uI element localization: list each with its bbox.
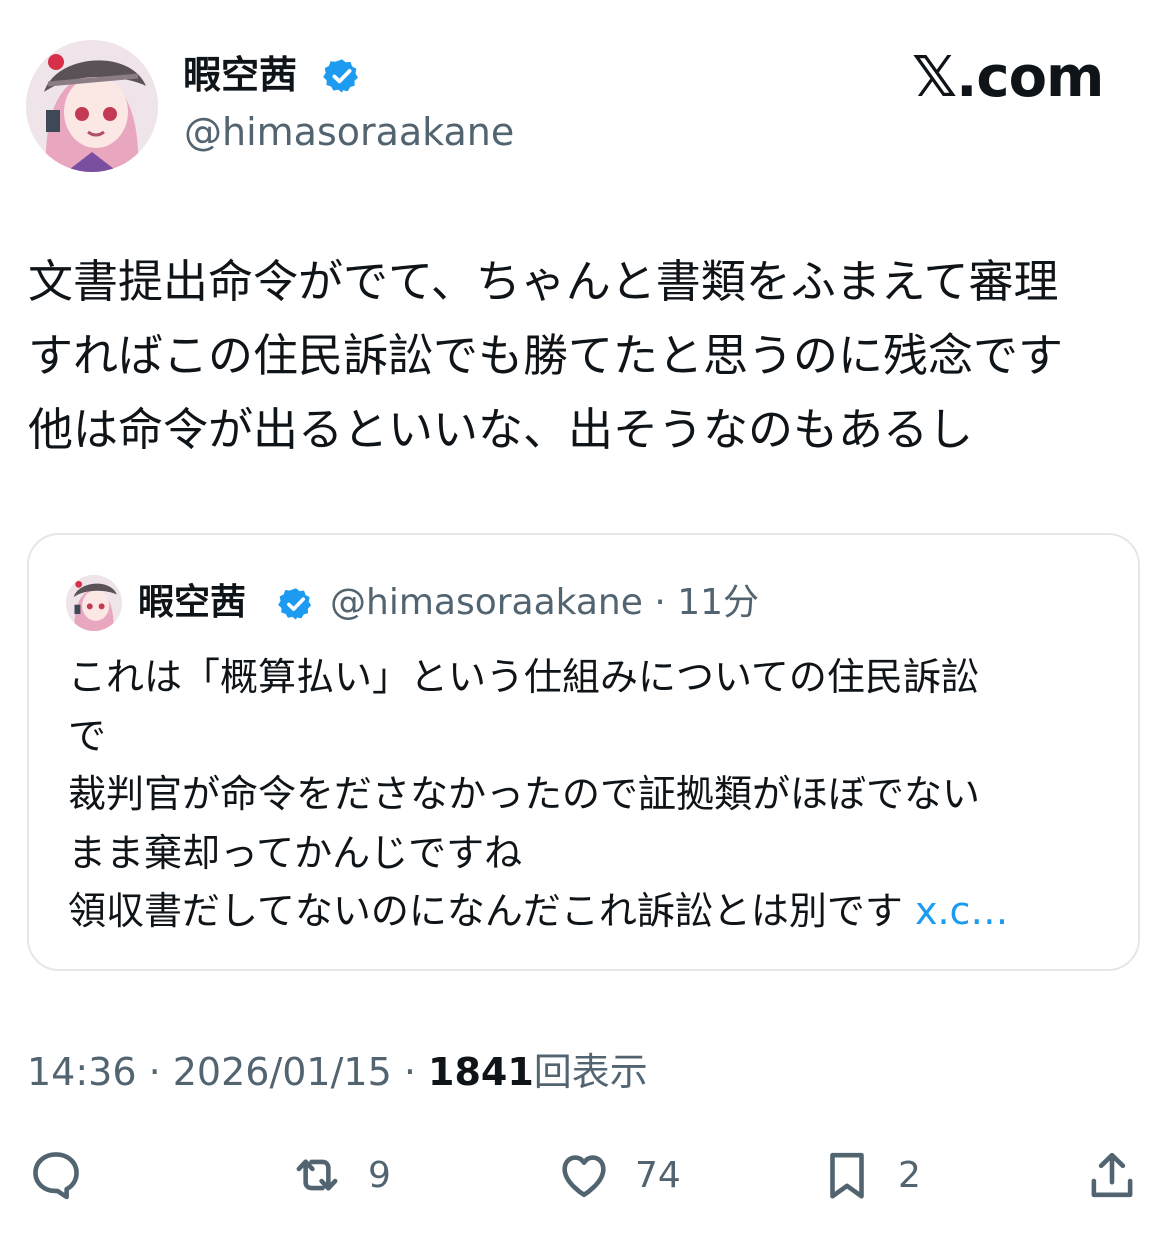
author-avatar[interactable] — [26, 40, 158, 172]
share-icon — [1091, 1152, 1133, 1198]
tweet-line: すればこの住民訴訟でも勝てたと思うのに残念です — [28, 329, 1064, 382]
timestamp[interactable]: 14:36 · 2026/01/15 · — [27, 1050, 428, 1094]
avatar-illustration — [66, 575, 122, 631]
avatar-illustration — [26, 40, 158, 172]
bookmark-icon — [830, 1152, 864, 1199]
quoted-handle-time[interactable]: @himasoraakane · 11分 — [330, 580, 759, 626]
tweet-line: 他は命令が出るといいな、出そうなのもあるし — [28, 403, 974, 456]
verified-badge-icon — [278, 588, 312, 620]
show-more-link[interactable]: x.c… — [915, 889, 1008, 933]
bookmark-count: 2 — [898, 1154, 921, 1196]
tweet-text: 文書提出命令がでて、ちゃんと書類をふまえて審理 すればこの住民訴訟でも勝てたと思… — [28, 245, 1148, 467]
retweet-button[interactable]: 9 — [288, 1145, 391, 1205]
quoted-tweet-text: これは「概算払い」という仕組みについての住民訴訟 で 裁判官が命令をださなかった… — [68, 648, 1118, 941]
like-count: 74 — [635, 1154, 681, 1196]
verified-badge-icon — [323, 59, 358, 93]
quoted-line: 領収書だしてないのになんだこれ訴訟とは別です — [68, 889, 915, 933]
tweet-meta: 14:36 · 2026/01/15 · 1841回表示 — [27, 1048, 648, 1096]
bookmark-button[interactable]: 2 — [818, 1145, 921, 1205]
quoted-line-last: 領収書だしてないのになんだこれ訴訟とは別です x.c… — [68, 882, 1118, 941]
view-label: 回表示 — [533, 1050, 648, 1094]
retweet-icon — [296, 1159, 338, 1191]
quoted-line: これは「概算払い」という仕組みについての住民訴訟 — [68, 655, 979, 699]
share-button[interactable] — [1083, 1145, 1141, 1205]
view-count: 1841 — [428, 1050, 534, 1094]
brand-logo: 𝕏.com — [912, 45, 1104, 110]
quoted-author-display-name[interactable]: 暇空茜 — [138, 580, 246, 626]
reply-button[interactable] — [27, 1145, 107, 1205]
reply-icon — [33, 1152, 79, 1200]
quoted-author-avatar[interactable] — [66, 575, 122, 631]
quoted-line: 裁判官が命令をださなかったので証拠類がほぼでない — [68, 772, 981, 816]
author-display-name[interactable]: 暇空茜 — [183, 50, 297, 100]
quoted-line: で — [68, 713, 107, 758]
retweet-count: 9 — [368, 1154, 391, 1196]
author-handle[interactable]: @himasoraakane — [184, 108, 514, 156]
quoted-line: まま棄却ってかんじですね — [68, 830, 523, 875]
like-button[interactable]: 74 — [555, 1145, 681, 1205]
like-icon — [562, 1155, 606, 1198]
tweet-line: 文書提出命令がでて、ちゃんと書類をふまえて審理 — [28, 255, 1059, 308]
